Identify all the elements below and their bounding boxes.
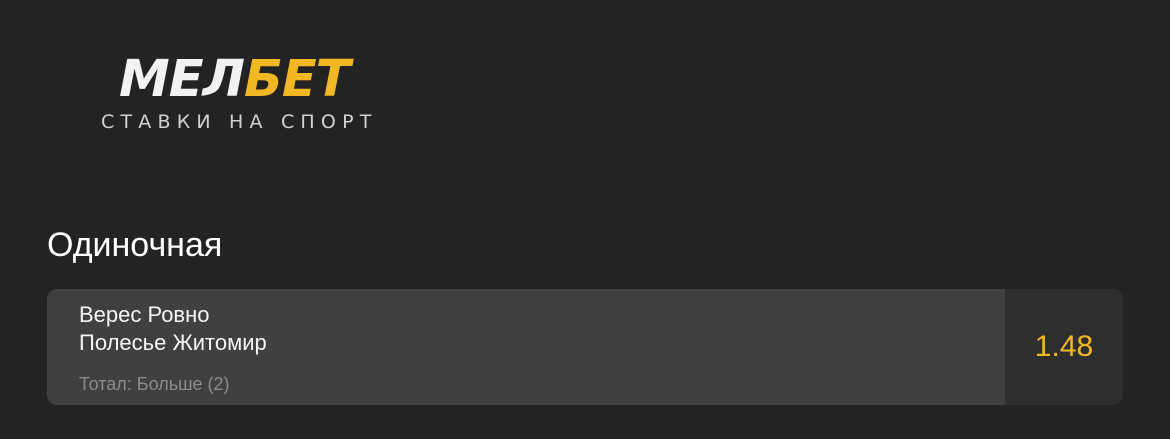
- odds-value[interactable]: 1.48: [1005, 289, 1123, 405]
- team-away: Полесье Житомир: [79, 330, 267, 355]
- bet-slip-card: Верес Ровно Полесье Житомир Тотал: Больш…: [47, 289, 1123, 405]
- logo-wordmark: МЕЛБЕТ: [119, 50, 350, 109]
- logo-wordmark-part-b: БЕТ: [243, 50, 350, 109]
- team-home: Верес Ровно: [79, 302, 210, 327]
- bet-type-title: Одиночная: [47, 226, 223, 264]
- melbet-logo: МЕЛБЕТ СТАВКИ НА СПОРТ: [101, 52, 401, 138]
- logo-wordmark-part-a: МЕЛ: [119, 50, 245, 109]
- logo-tagline: СТАВКИ НА СПОРТ: [101, 111, 378, 133]
- bet-info-panel: Верес Ровно Полесье Житомир Тотал: Больш…: [47, 289, 1005, 405]
- bet-market: Тотал: Больше (2): [79, 374, 230, 394]
